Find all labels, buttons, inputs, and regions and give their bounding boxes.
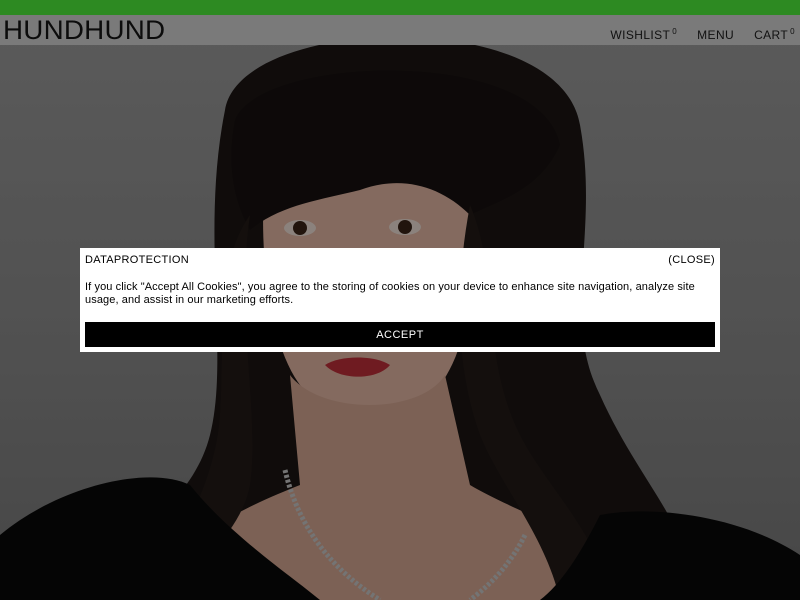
cart-count: 0 [790, 27, 795, 36]
wishlist-label: WISHLIST [610, 28, 671, 42]
dialog-header: DATAPROTECTION (CLOSE) [85, 253, 715, 271]
main-nav: WISHLIST 0 MENU CART 0 [610, 27, 795, 43]
logo[interactable]: HUNDHUND [3, 16, 165, 44]
cookie-message: If you click "Accept All Cookies", you a… [85, 281, 695, 306]
wishlist-count: 0 [672, 27, 678, 36]
menu-button[interactable]: MENU [697, 27, 734, 43]
cart-link[interactable]: CART 0 [754, 27, 795, 43]
wishlist-link[interactable]: WISHLIST 0 [610, 27, 677, 43]
accept-button[interactable]: ACCEPT [85, 322, 715, 347]
cookie-consent-dialog: DATAPROTECTION (CLOSE) If you click "Acc… [80, 248, 720, 352]
site-header: HUNDHUND WISHLIST 0 MENU CART 0 [0, 15, 800, 45]
cart-label: CART [754, 28, 789, 42]
dialog-title: DATAPROTECTION [85, 254, 190, 266]
top-accent-strip [0, 0, 800, 15]
close-button[interactable]: (CLOSE) [668, 253, 715, 271]
